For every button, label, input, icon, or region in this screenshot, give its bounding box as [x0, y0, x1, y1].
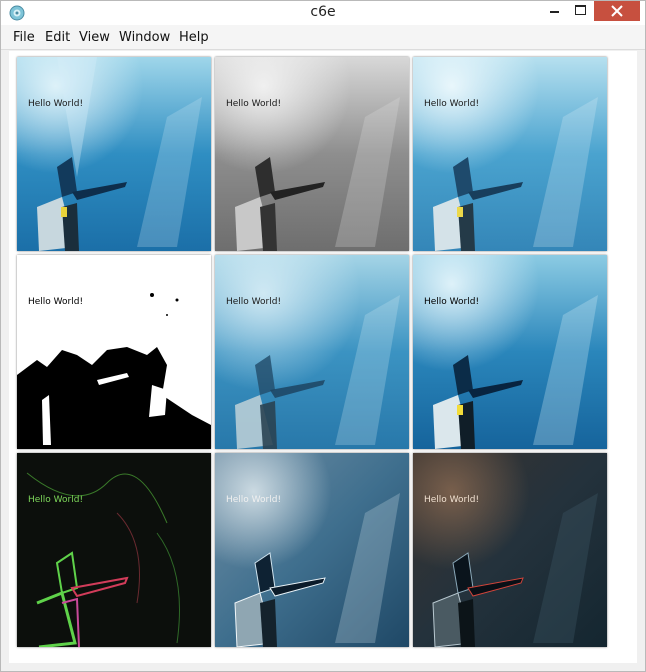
tile-threshold-image	[17, 255, 211, 449]
minimize-button[interactable]	[541, 1, 567, 21]
tile-sharpened[interactable]: Hello World!	[413, 255, 607, 449]
image-grid: Hello World! Hello World! Hello World! H…	[9, 51, 637, 663]
tile-blurred[interactable]: Hello World!	[215, 255, 409, 449]
tile-blurred-caption: Hello World!	[226, 297, 282, 307]
tile-emboss-light-caption: Hello World!	[226, 495, 282, 505]
menu-edit[interactable]: Edit	[45, 30, 70, 45]
tile-grayscale-image	[215, 57, 409, 251]
tile-grayscale[interactable]: Hello World!	[215, 57, 409, 251]
tile-emboss-dark-caption: Hello World!	[424, 495, 480, 505]
tile-brightened[interactable]: Hello World!	[413, 57, 607, 251]
tile-emboss-light-image	[215, 453, 409, 647]
menu-help[interactable]: Help	[179, 30, 209, 45]
tile-brightened-caption: Hello World!	[424, 99, 480, 109]
tile-grayscale-caption: Hello World!	[226, 99, 282, 109]
menu-view[interactable]: View	[79, 30, 110, 45]
maximize-icon	[575, 5, 586, 15]
menu-window[interactable]: Window	[119, 30, 170, 45]
tile-original-image	[17, 57, 211, 251]
minimize-icon	[550, 11, 559, 13]
tile-threshold-caption: Hello World!	[28, 297, 84, 307]
tile-sharpened-image	[413, 255, 607, 449]
tile-edge-detect-caption: Hello World!	[28, 495, 84, 505]
tile-emboss-dark-image	[413, 453, 607, 647]
tile-blurred-image	[215, 255, 409, 449]
tile-emboss-light[interactable]: Hello World!	[215, 453, 409, 647]
tile-original[interactable]: Hello World!	[17, 57, 211, 251]
menu-bar: File Edit View Window Help	[1, 25, 645, 50]
menu-file[interactable]: File	[13, 30, 35, 45]
maximize-button[interactable]	[567, 1, 593, 21]
tile-threshold[interactable]: Hello World!	[17, 255, 211, 449]
tile-sharpened-caption: Hello World!	[424, 297, 480, 307]
tile-emboss-dark[interactable]: Hello World!	[413, 453, 607, 647]
tile-edge-detect[interactable]: Hello World!	[17, 453, 211, 647]
close-icon	[611, 5, 623, 17]
app-window: c6e File Edit View Window Help Hello Wor…	[0, 0, 646, 672]
tile-original-caption: Hello World!	[28, 99, 84, 109]
tile-brightened-image	[413, 57, 607, 251]
title-bar[interactable]: c6e	[1, 1, 645, 25]
close-button[interactable]	[594, 1, 640, 21]
tile-edge-detect-image	[17, 453, 211, 647]
